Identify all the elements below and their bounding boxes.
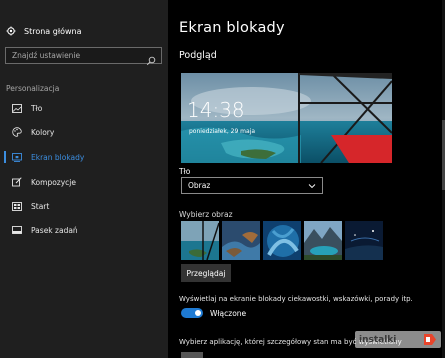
sidebar-item-label: Kompozycje xyxy=(31,177,76,187)
chevron-down-icon xyxy=(308,182,316,190)
sidebar-item-label: Tło xyxy=(31,103,43,113)
sidebar-item-start[interactable]: Start xyxy=(0,197,168,215)
sidebar-item-themes[interactable]: Kompozycje xyxy=(0,173,168,191)
browse-button[interactable]: Przeglądaj xyxy=(181,264,231,282)
lock-screen-icon xyxy=(12,152,22,162)
sidebar-item-taskbar[interactable]: Pasek zadań xyxy=(0,221,168,239)
preview-heading: Podgląd xyxy=(179,50,217,61)
picture-thumbnail[interactable] xyxy=(345,221,383,260)
background-label: Tło xyxy=(179,167,191,176)
detailed-status-app-button[interactable] xyxy=(181,352,203,358)
start-icon xyxy=(12,201,22,211)
watermark-text: instalki xyxy=(359,334,397,345)
sidebar: Strona główna Personalizacja Tło Kolory … xyxy=(0,0,168,358)
picture-thumbnail[interactable] xyxy=(222,221,260,260)
sidebar-item-label: Kolory xyxy=(31,127,55,137)
home-link[interactable]: Strona główna xyxy=(6,24,82,38)
sidebar-item-lock-screen[interactable]: Ekran blokady xyxy=(0,148,168,166)
preview-date: poniedziałek, 29 maja xyxy=(189,128,256,135)
search-input[interactable] xyxy=(12,51,142,60)
section-title: Personalizacja xyxy=(6,84,60,93)
lock-screen-preview: 14:38 poniedziałek, 29 maja xyxy=(181,73,392,163)
picture-thumbnails xyxy=(181,221,391,261)
sidebar-item-label: Ekran blokady xyxy=(31,152,85,162)
brush-icon xyxy=(12,177,22,187)
picture-thumbnail[interactable] xyxy=(304,221,342,260)
taskbar-icon xyxy=(12,225,22,235)
home-label: Strona główna xyxy=(24,26,82,36)
palette-icon xyxy=(12,127,22,137)
fun-facts-toggle[interactable] xyxy=(181,308,203,318)
sidebar-item-colors[interactable]: Kolory xyxy=(0,123,168,141)
background-dropdown-value: Obraz xyxy=(188,181,211,190)
sidebar-item-label: Start xyxy=(31,201,50,211)
main-content: Ekran blokady Podgląd 14:38 poniedziałek… xyxy=(168,0,445,358)
picture-thumbnail[interactable] xyxy=(181,221,219,260)
background-dropdown[interactable]: Obraz xyxy=(181,177,323,194)
image-icon xyxy=(12,103,22,113)
fun-facts-label: Wyświetlaj na ekranie blokady ciekawostk… xyxy=(179,295,413,303)
sidebar-item-label: Pasek zadań xyxy=(31,225,78,235)
toggle-state-label: Włączone xyxy=(210,309,247,318)
gear-icon xyxy=(6,26,16,36)
sidebar-item-background[interactable]: Tło xyxy=(0,99,168,117)
preview-time: 14:38 xyxy=(187,98,245,122)
choose-picture-label: Wybierz obraz xyxy=(179,210,233,219)
page-title: Ekran blokady xyxy=(179,20,285,36)
picture-thumbnail[interactable] xyxy=(263,221,301,260)
watermark-logo-icon xyxy=(423,333,437,346)
search-icon[interactable] xyxy=(146,51,156,66)
search-box[interactable] xyxy=(5,47,162,66)
watermark: instalki xyxy=(355,331,441,348)
